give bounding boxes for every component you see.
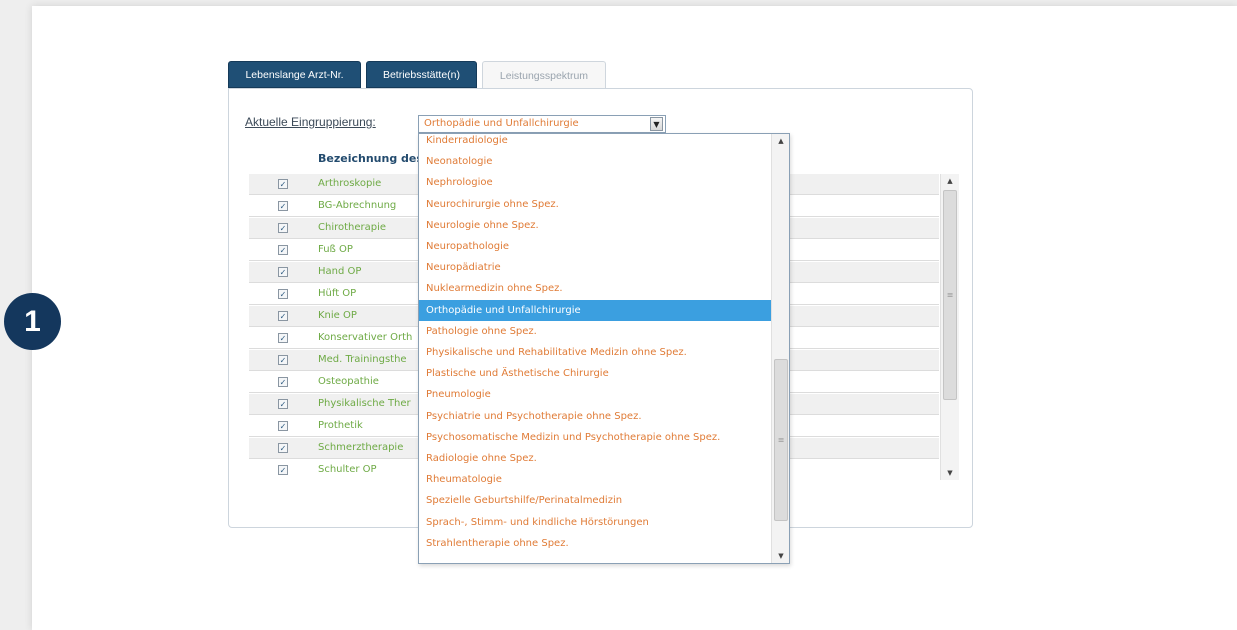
row-checkbox[interactable]: ✓ <box>278 333 288 343</box>
step-number-badge: 1 <box>4 293 61 350</box>
dropdown-option[interactable]: Neuropädiatrie <box>419 257 771 278</box>
dropdown-option[interactable]: Pneumologie <box>419 384 771 405</box>
dropdown-option[interactable]: Rheumatologie <box>419 469 771 490</box>
grip-icon: ≡ <box>946 290 954 300</box>
dropdown-scrollbar-thumb[interactable]: ≡ <box>774 359 788 521</box>
dropdown-option[interactable]: Physikalische und Rehabilitative Medizin… <box>419 342 771 363</box>
dropdown-option[interactable]: Kinderradiologie <box>419 134 771 151</box>
dropdown-option[interactable]: Strahlentherapie ohne Spez. <box>419 533 771 554</box>
dropdown-option[interactable]: Psychosomatische Medizin und Psychothera… <box>419 427 771 448</box>
scroll-down-arrow-icon[interactable]: ▼ <box>772 549 789 563</box>
scroll-down-arrow-icon[interactable]: ▼ <box>941 466 959 480</box>
tab-lebenslange-arzt-nr[interactable]: Lebenslange Arzt-Nr. <box>228 61 361 88</box>
row-name: Physikalische Ther <box>318 398 411 409</box>
tab-leistungsspektrum[interactable]: Leistungsspektrum <box>482 61 606 89</box>
dropdown-option[interactable]: Radiologie ohne Spez. <box>419 448 771 469</box>
scroll-up-arrow-icon[interactable]: ▲ <box>772 134 789 148</box>
dropdown-option[interactable]: Orthopädie und Unfallchirurgie <box>419 299 771 321</box>
table-scrollbar[interactable]: ▲ ≡ ▼ <box>940 174 959 480</box>
dropdown-option[interactable]: Spezielle Geburtshilfe/Perinatalmedizin <box>419 490 771 511</box>
grouping-dropdown-list[interactable]: Strahlentherapie ohne Spez. Sprach-, Stim… <box>418 133 790 564</box>
row-name: Med. Trainingsthe <box>318 354 407 365</box>
row-name: Hand OP <box>318 266 362 277</box>
row-name: Arthroskopie <box>318 178 382 189</box>
row-checkbox[interactable]: ✓ <box>278 443 288 453</box>
row-checkbox[interactable]: ✓ <box>278 399 288 409</box>
row-checkbox[interactable]: ✓ <box>278 377 288 387</box>
row-checkbox[interactable]: ✓ <box>278 421 288 431</box>
row-name: Knie OP <box>318 310 357 321</box>
row-name: Hüft OP <box>318 288 357 299</box>
row-name: Osteopathie <box>318 376 379 387</box>
dropdown-option[interactable]: Neonatologie <box>419 151 771 172</box>
row-checkbox[interactable]: ✓ <box>278 465 288 475</box>
dropdown-option[interactable]: Pathologie ohne Spez. <box>419 321 771 342</box>
dropdown-option[interactable]: Nuklearmedizin ohne Spez. <box>419 278 771 299</box>
column-header-bezeichnung[interactable]: Bezeichnung des <box>318 152 423 165</box>
row-checkbox[interactable]: ✓ <box>278 223 288 233</box>
table-scrollbar-thumb[interactable]: ≡ <box>943 190 957 400</box>
row-checkbox[interactable]: ✓ <box>278 245 288 255</box>
row-name: Schulter OP <box>318 464 377 475</box>
row-name: Chirotherapie <box>318 222 387 233</box>
grip-icon: ≡ <box>777 435 785 445</box>
dropdown-option[interactable]: Sprach-, Stimm- und kindliche Hörstörung… <box>419 512 771 533</box>
row-name: Schmerztherapie <box>318 442 404 453</box>
grouping-select[interactable]: Orthopädie und Unfallchirurgie ▼ <box>418 115 666 133</box>
row-checkbox[interactable]: ✓ <box>278 179 288 189</box>
row-name: Prothetik <box>318 420 363 431</box>
dropdown-option[interactable]: Psychiatrie und Psychotherapie ohne Spez… <box>419 406 771 427</box>
dropdown-option[interactable]: Neurologie ohne Spez. <box>419 215 771 236</box>
chevron-down-icon[interactable]: ▼ <box>650 117 663 131</box>
scroll-up-arrow-icon[interactable]: ▲ <box>941 174 959 188</box>
row-checkbox[interactable]: ✓ <box>278 201 288 211</box>
dropdown-option[interactable]: Neuropathologie <box>419 236 771 257</box>
row-checkbox[interactable]: ✓ <box>278 355 288 365</box>
grouping-label: Aktuelle Eingruppierung: <box>245 115 376 129</box>
tab-betriebsstaetten[interactable]: Betriebsstätte(n) <box>366 61 477 88</box>
row-name: Konservativer Orth <box>318 332 413 343</box>
row-checkbox[interactable]: ✓ <box>278 289 288 299</box>
row-checkbox[interactable]: ✓ <box>278 267 288 277</box>
dropdown-scrollbar[interactable]: ▲ ≡ ▼ <box>771 134 789 563</box>
grouping-select-value: Orthopädie und Unfallchirurgie <box>424 118 579 129</box>
dropdown-option[interactable]: Plastische und Ästhetische Chirurgie <box>419 363 771 384</box>
row-checkbox[interactable]: ✓ <box>278 311 288 321</box>
dropdown-option[interactable]: Neurochirurgie ohne Spez. <box>419 194 771 215</box>
row-name: BG-Abrechnung <box>318 200 397 211</box>
row-name: Fuß OP <box>318 244 353 255</box>
dropdown-option[interactable]: Nephrologioe <box>419 172 771 193</box>
